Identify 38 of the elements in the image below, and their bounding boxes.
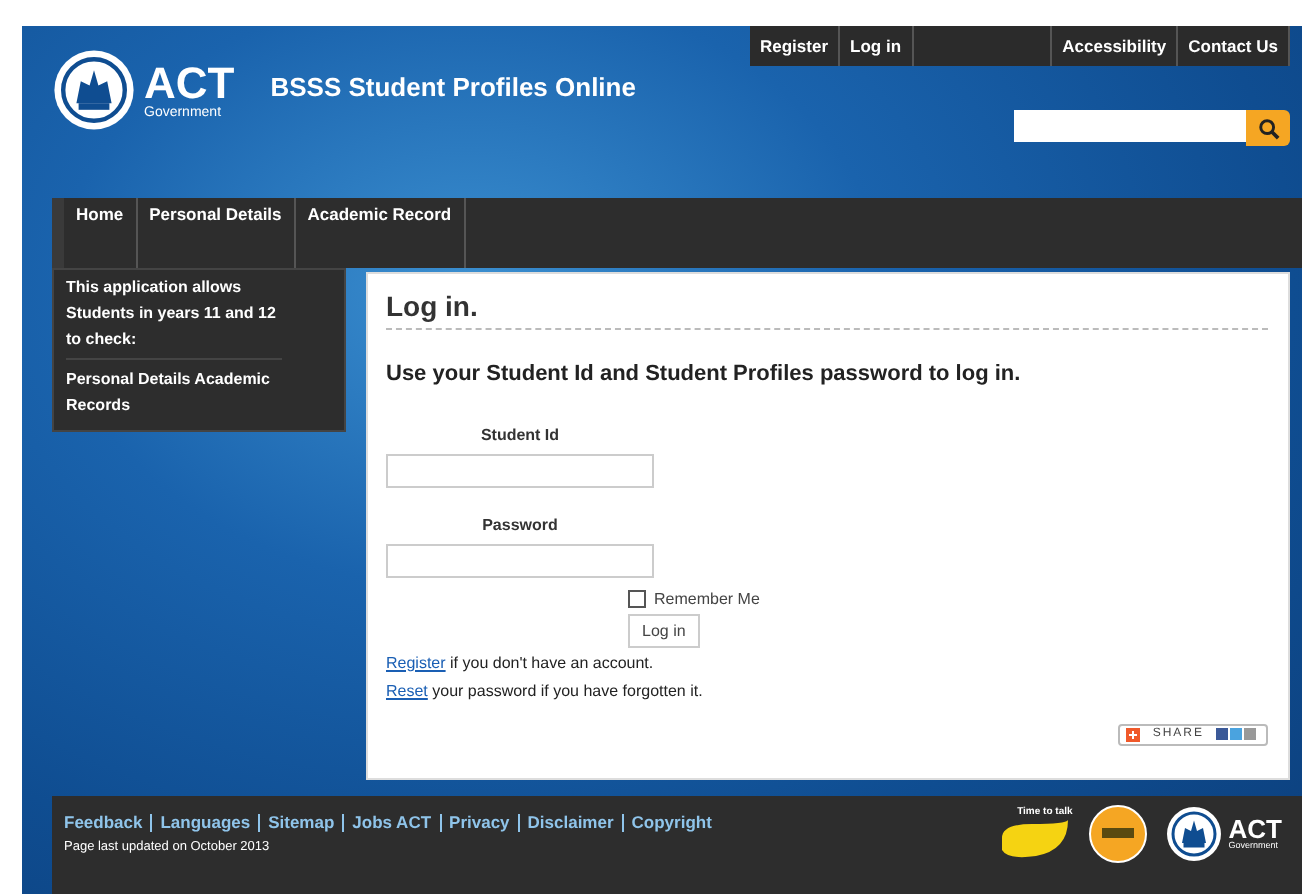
help-text: Register if you don't have an account. [386, 651, 656, 676]
footer-link[interactable]: Feedback [64, 813, 151, 832]
header-link[interactable]: Log in [840, 26, 914, 66]
header-link[interactable]: Register [750, 26, 841, 66]
field-label: Student Id [478, 425, 562, 444]
help-text: Reset your password if you have forgotten it. [386, 679, 705, 704]
social-icons-drawing [1216, 728, 1260, 741]
input-field[interactable] [386, 543, 654, 578]
search-button[interactable] [1246, 110, 1290, 146]
remember-checkbox[interactable] [628, 589, 646, 608]
page-heading: Log in. [386, 289, 1268, 330]
login-button[interactable]: Log in [628, 613, 700, 648]
help-link[interactable]: Reset [386, 681, 428, 700]
help-link[interactable]: Register [386, 653, 446, 672]
footer-link[interactable]: Disclaimer [517, 813, 622, 832]
search-field[interactable] [1014, 110, 1246, 142]
footer-logo-text: ACT [1228, 816, 1282, 843]
footer-link[interactable]: Sitemap [258, 813, 343, 832]
plus-icon [1126, 727, 1141, 742]
round-badge-icon [1088, 803, 1149, 864]
footer-link[interactable]: Languages [150, 813, 259, 832]
sidebar-intro: This application allows Students in years 11 and 12 to check: [66, 273, 282, 360]
sidebar-link[interactable]: Personal Details Academic Records [66, 365, 282, 418]
remember-label: Remember Me [654, 589, 760, 608]
footer-crest-icon [1164, 803, 1225, 864]
field-label: Password [480, 515, 560, 534]
speech-bubble-icon [996, 817, 1073, 862]
header-link[interactable]: Contact Us [1178, 26, 1290, 66]
footer-link[interactable]: Privacy [439, 813, 518, 832]
site-title: BSSS Student Profiles Online [270, 72, 636, 102]
header-link[interactable]: Accessibility [1050, 26, 1179, 66]
crest-logo-icon [50, 46, 138, 134]
footer-link[interactable]: Jobs ACT [342, 813, 440, 832]
input-field[interactable] [386, 453, 654, 488]
search-icon [1257, 117, 1279, 139]
footer-link[interactable]: Copyright [621, 813, 720, 832]
login-instructions: Use your Student Id and Student Profiles password to log in. [386, 361, 1023, 386]
logo-text: ACT [144, 61, 235, 105]
